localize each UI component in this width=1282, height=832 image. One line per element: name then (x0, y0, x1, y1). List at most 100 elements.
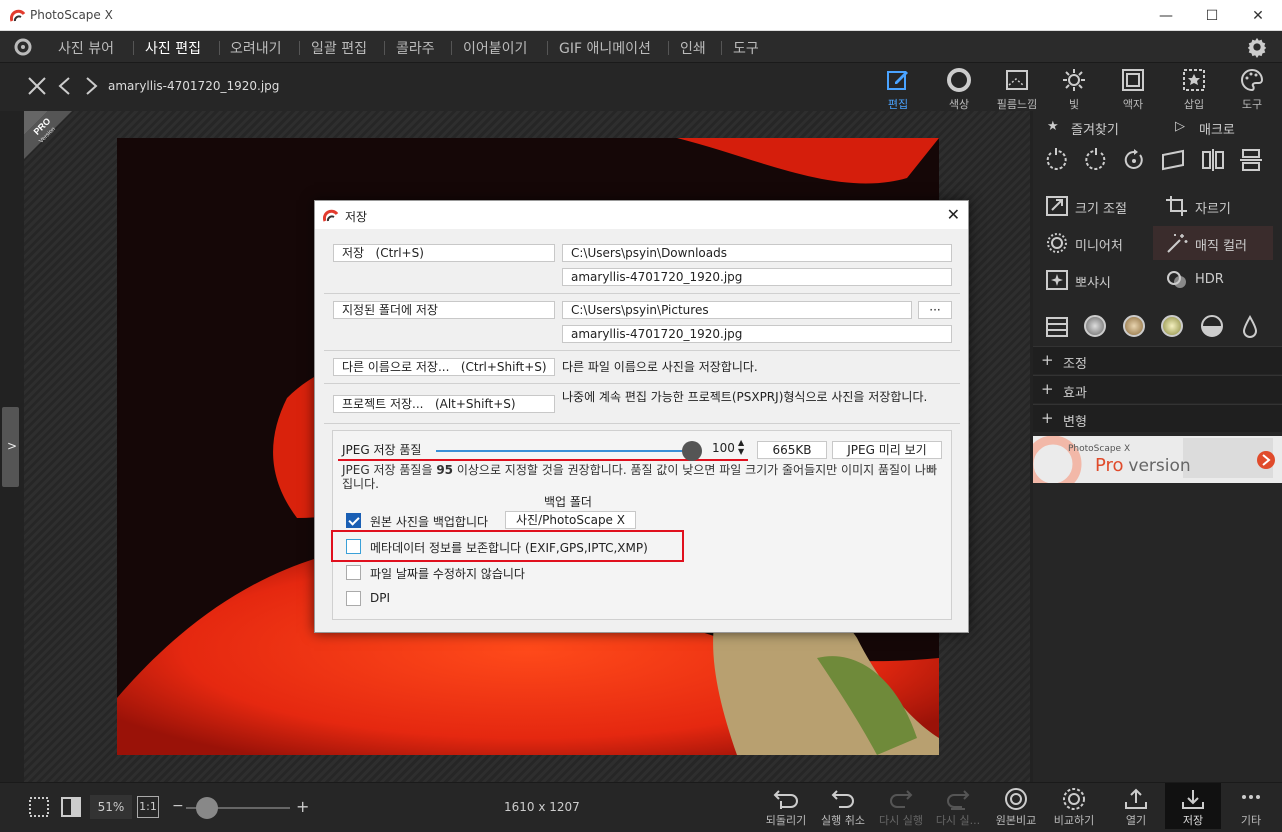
straighten-icon[interactable] (1160, 147, 1186, 173)
jpeg-quality-hint: JPEG 저장 품질을 95 이상으로 지정할 것을 권장합니다. 품질 값이 … (342, 463, 937, 491)
expand-plus-icon: + (1041, 409, 1054, 427)
jpeg-preview-button[interactable]: JPEG 미리 보기 (832, 441, 942, 459)
pro-version-badge: PRO Version (24, 111, 72, 159)
tab-tools[interactable]: 도구 (1224, 67, 1280, 111)
menu-tools[interactable]: 도구 (733, 38, 759, 58)
previous-image-icon[interactable] (54, 75, 76, 97)
preset-gray-icon[interactable] (1084, 315, 1106, 337)
magic-color-button[interactable]: 매직 컬러 (1153, 226, 1273, 260)
miniature-button[interactable]: 미니어처 (1033, 226, 1153, 260)
keep-file-date-checkbox[interactable] (346, 565, 361, 580)
menu-batch-edit[interactable]: 일괄 편집 (311, 38, 367, 58)
tab-light[interactable]: 빛 (1046, 67, 1102, 111)
preset-warm-icon[interactable] (1161, 315, 1183, 337)
rotate-free-icon[interactable] (1121, 147, 1147, 173)
rotate-flip-row (1033, 145, 1282, 179)
backup-original-checkbox[interactable] (346, 513, 361, 528)
dialog-close-button[interactable]: ✕ (947, 205, 960, 224)
revert-button[interactable]: 되돌리기 (758, 787, 814, 831)
more-button[interactable]: 기타 (1223, 787, 1279, 831)
bloom-icon (1046, 270, 1068, 290)
promo-pro: Pro (1095, 455, 1124, 476)
resize-button[interactable]: 크기 조절 (1033, 189, 1153, 223)
hdr-button[interactable]: HDR (1153, 263, 1273, 297)
jpeg-quality-slider-handle[interactable] (682, 441, 702, 461)
dialog-title: 저장 (345, 210, 368, 224)
menu-photo-editor[interactable]: 사진 편집 (145, 38, 201, 58)
tab-edit[interactable]: 편집 (870, 67, 926, 111)
tab-insert[interactable]: 삽입 (1166, 67, 1222, 111)
flip-horizontal-icon[interactable] (1200, 147, 1226, 173)
section-transform[interactable]: + 변형 (1033, 404, 1282, 432)
zoom-out-button[interactable]: − (172, 798, 184, 814)
menu-divider (547, 41, 548, 55)
tab-frame[interactable]: 액자 (1105, 67, 1161, 111)
menu-divider (219, 41, 220, 55)
folder-filename-field[interactable]: amaryllis-4701720_1920.jpg (562, 325, 952, 343)
open-button[interactable]: 열기 (1108, 787, 1164, 831)
save-path-field[interactable]: C:\Users\psyin\Downloads (562, 244, 952, 262)
close-image-icon[interactable] (26, 75, 48, 97)
rotate-left-icon[interactable] (1043, 147, 1069, 173)
save-project-button[interactable]: 프로젝트 저장... (Alt+Shift+S) (333, 395, 555, 413)
menu-print[interactable]: 인쇄 (680, 38, 706, 58)
minimize-button[interactable]: — (1143, 0, 1189, 31)
backup-folder-label: 백업 폴더 (544, 495, 592, 509)
save-to-folder-button[interactable]: 지정된 폴더에 저장 (333, 301, 555, 319)
jpeg-quality-spinner[interactable]: 100 ▲ ▼ (712, 438, 750, 459)
backup-folder-field[interactable]: 사진/PhotoScape X (505, 511, 636, 529)
save-filename-field[interactable]: amaryllis-4701720_1920.jpg (562, 268, 952, 286)
spinner-arrows-icon[interactable]: ▲ ▼ (738, 438, 744, 456)
crop-button[interactable]: 자르기 (1153, 189, 1273, 223)
browse-folder-button[interactable]: ··· (918, 301, 952, 319)
tab-film[interactable]: 필름느낌 (989, 67, 1045, 111)
close-button[interactable]: ✕ (1235, 0, 1281, 31)
settings-gear-icon[interactable] (1246, 36, 1268, 58)
folder-path-field[interactable]: C:\Users\psyin\Pictures (562, 301, 912, 319)
menu-photo-viewer[interactable]: 사진 뷰어 (58, 38, 114, 58)
compare-button[interactable]: 비교하기 (1046, 787, 1102, 831)
drop-icon[interactable] (1237, 315, 1263, 341)
dpi-label: DPI (370, 591, 391, 605)
selection-marquee-icon[interactable] (28, 796, 50, 818)
actual-size-button[interactable]: 1:1 (137, 796, 159, 818)
insert-icon (1183, 69, 1205, 91)
collapse-sidebar-handle[interactable]: > (2, 407, 19, 487)
bottom-status-bar: 51% 1:1 − + 1610 x 1207 되돌리기 실행 취소 다시 실행… (0, 782, 1282, 832)
pro-version-banner[interactable]: PhotoScape X Pro version (1033, 436, 1282, 483)
tab-color[interactable]: 색상 (931, 67, 987, 111)
redo-all-button[interactable]: 다시 실... (930, 787, 986, 831)
favorites-button[interactable]: 즐겨찾기 (1071, 119, 1119, 138)
favorites-macro-row: ★ 즐겨찾기 ▷ 매크로 (1033, 115, 1282, 139)
dpi-checkbox[interactable] (346, 591, 361, 606)
menu-gif-animation[interactable]: GIF 애니메이션 (559, 38, 651, 58)
menu-collage[interactable]: 콜라주 (396, 38, 435, 58)
compare-split-icon[interactable] (60, 796, 82, 818)
chevron-right-icon: > (7, 439, 18, 453)
section-effects[interactable]: + 효과 (1033, 375, 1282, 403)
dialog-body: 저장 (Ctrl+S) C:\Users\psyin\Downloads ama… (324, 234, 960, 628)
section-adjust[interactable]: + 조정 (1033, 346, 1282, 374)
zoom-level-display[interactable]: 51% (90, 795, 132, 819)
redo-button[interactable]: 다시 실행 (873, 787, 929, 831)
flip-vertical-icon[interactable] (1238, 147, 1264, 173)
save-as-button[interactable]: 다른 이름으로 저장... (Ctrl+Shift+S) (333, 358, 555, 376)
menu-combine[interactable]: 이어붙이기 (463, 38, 527, 58)
preset-half-icon[interactable] (1201, 315, 1223, 337)
zoom-in-button[interactable]: + (296, 797, 309, 816)
zoom-slider-handle[interactable] (195, 797, 218, 819)
save-ctrl-s-button[interactable]: 저장 (Ctrl+S) (333, 244, 555, 262)
undo-button[interactable]: 실행 취소 (815, 787, 871, 831)
macro-button[interactable]: 매크로 (1199, 119, 1235, 138)
app-home-icon[interactable] (12, 37, 34, 57)
save-button[interactable]: 저장 (1165, 783, 1221, 829)
preset-sepia-icon[interactable] (1123, 315, 1145, 337)
bloom-button[interactable]: 뽀샤시 (1033, 263, 1153, 297)
next-image-icon[interactable] (80, 75, 102, 97)
compare-original-button[interactable]: 원본비교 (988, 787, 1044, 831)
jpeg-quality-slider[interactable] (436, 450, 692, 452)
maximize-button[interactable]: ☐ (1189, 0, 1235, 31)
list-icon[interactable] (1044, 314, 1070, 340)
rotate-right-icon[interactable] (1083, 147, 1109, 173)
menu-cut-out[interactable]: 오려내기 (230, 38, 282, 58)
